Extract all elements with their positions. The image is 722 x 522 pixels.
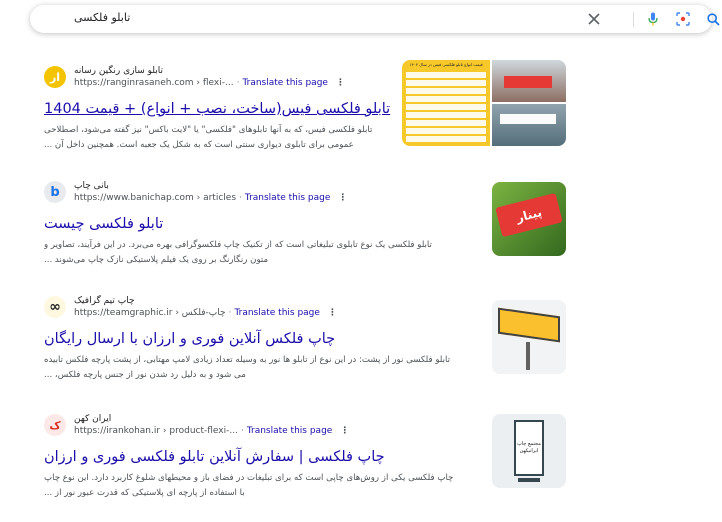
search-result: b بانی چاپ https://www.banichap.com › ar…	[44, 181, 484, 268]
site-favicon: ∞	[44, 296, 66, 318]
search-bar[interactable]: تابلو فلکسی	[30, 5, 720, 33]
result-title-link[interactable]: چاپ فلکس آنلاین فوری و ارزان با ارسال را…	[44, 329, 484, 349]
result-thumbnail[interactable]	[492, 300, 566, 374]
site-url[interactable]: https://www.banichap.com › articles · Tran…	[74, 193, 347, 203]
search-input[interactable]: تابلو فلکسی	[30, 11, 712, 24]
search-icon[interactable]	[704, 10, 722, 28]
sign-image: پینار	[495, 192, 563, 238]
site-url[interactable]: https://irankohan.ir › product-flexi-...…	[74, 426, 349, 436]
microphone-icon[interactable]	[644, 10, 662, 28]
translate-link[interactable]: Translate this page	[234, 308, 320, 318]
site-name[interactable]: بانی چاپ	[74, 181, 109, 191]
result-thumbnail[interactable]: پینار	[492, 182, 566, 256]
lens-camera-icon[interactable]	[674, 10, 692, 28]
standee-image: مجتمع چاپ ایرانیکهن	[514, 420, 544, 476]
result-snippet: تابلو فلکسی نور از پشت: در این نوع از تا…	[44, 355, 451, 380]
result-title-link[interactable]: تابلو فلکسی چیست	[44, 214, 484, 234]
result-snippet: چاپ فلکسی یکی از روش‌های چاپی است که برا…	[44, 473, 454, 498]
storefront-photo-2	[492, 104, 566, 146]
site-name[interactable]: چاپ تیم گرافیک	[74, 296, 135, 306]
translate-link[interactable]: Translate this page	[247, 426, 333, 436]
site-url[interactable]: https://ranginrasaneh.com › flexi-... · Tr…	[74, 78, 345, 88]
result-thumbnail[interactable]: قیمت انواع تابلو فلکسی فیس در سال ۱۴۰۴	[402, 60, 566, 146]
search-result: ∞ چاپ تیم گرافیک https://teamgraphic.ir …	[44, 296, 484, 383]
more-options-icon[interactable]: ⋮	[336, 78, 345, 88]
result-snippet: تابلو فلکسی یک نوع تابلوی تبلیغاتی است ک…	[44, 240, 432, 265]
search-result: ک ایران کهن https://irankohan.ir › produ…	[44, 414, 484, 501]
more-options-icon[interactable]: ⋮	[338, 193, 347, 203]
clear-icon[interactable]	[585, 10, 603, 28]
site-favicon: ار	[44, 66, 66, 88]
result-thumbnail[interactable]: مجتمع چاپ ایرانیکهن	[492, 414, 566, 488]
price-table-rows	[406, 72, 486, 142]
translate-link[interactable]: Translate this page	[242, 78, 328, 88]
site-favicon: ک	[44, 414, 66, 436]
translate-link[interactable]: Translate this page	[245, 193, 331, 203]
more-options-icon[interactable]: ⋮	[340, 426, 349, 436]
price-table-image: قیمت انواع تابلو فلکسی فیس در سال ۱۴۰۴	[402, 60, 490, 146]
more-options-icon[interactable]: ⋮	[328, 308, 337, 318]
site-name[interactable]: تابلو سازی رنگین رسانه	[74, 66, 163, 76]
search-divider	[633, 12, 634, 27]
site-favicon: b	[44, 181, 66, 203]
storefront-photo	[492, 60, 566, 102]
result-title-link[interactable]: چاپ فلکسی | سفارش آنلاین تابلو فلکسی فور…	[44, 447, 484, 467]
billboard-image	[498, 307, 560, 343]
site-url[interactable]: https://teamgraphic.ir › چاپ-فلکس · Transl…	[74, 308, 337, 318]
site-name[interactable]: ایران کهن	[74, 414, 111, 424]
